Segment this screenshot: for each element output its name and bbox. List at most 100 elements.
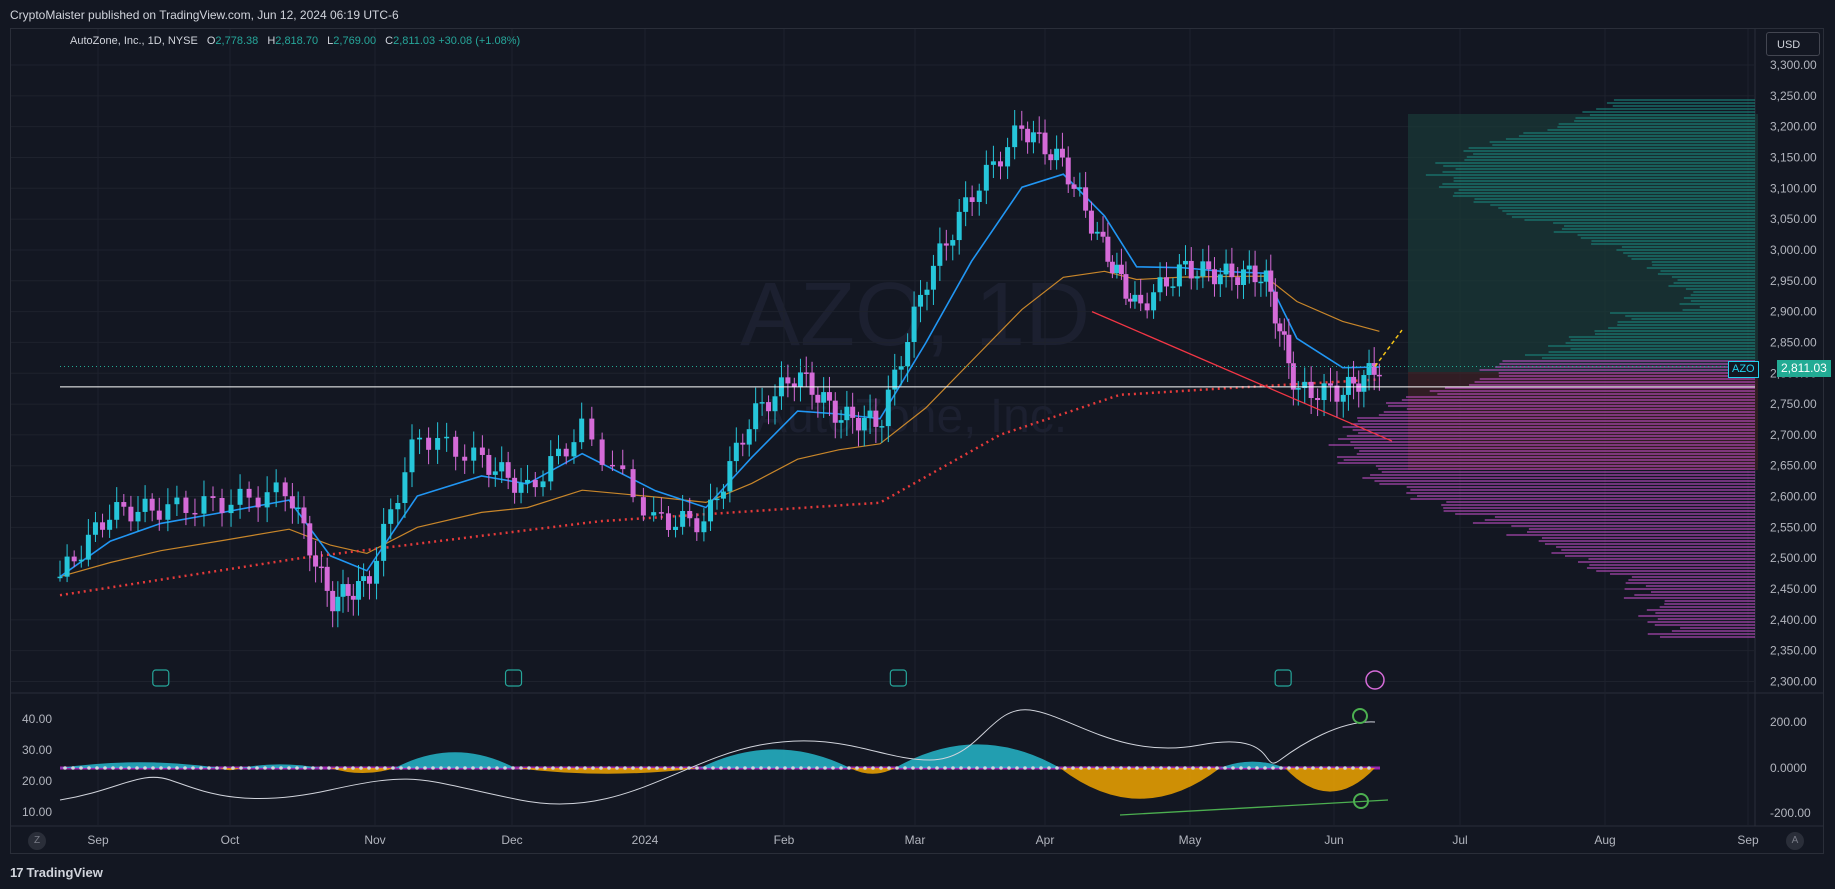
osc-dot	[1239, 766, 1243, 770]
candle-body	[766, 402, 771, 411]
downtrend-line	[1092, 312, 1392, 441]
osc-dot	[983, 766, 987, 770]
osc-dot	[263, 766, 267, 770]
osc-dot	[823, 766, 827, 770]
candle-body	[714, 499, 719, 501]
candle-body	[839, 420, 844, 423]
currency-button[interactable]: USD	[1766, 32, 1820, 56]
osc-dot	[655, 766, 659, 770]
time-tick-label: May	[1179, 833, 1202, 847]
osc-dot	[911, 766, 915, 770]
candle-body	[1145, 303, 1150, 310]
price-chart[interactable]: AZO, 1D AutoZone, Inc. 40.0030.0020.0010…	[0, 0, 1835, 889]
osc-dot	[1167, 766, 1171, 770]
osc-area	[395, 752, 515, 768]
candle-body	[210, 496, 215, 498]
osc-dot	[1207, 766, 1211, 770]
osc-dot	[863, 766, 867, 770]
osc-dot	[591, 766, 595, 770]
tradingview-logo[interactable]: 17 TradingView	[10, 865, 103, 880]
time-tick-label: Jun	[1324, 833, 1343, 847]
candle-body	[1110, 262, 1115, 273]
symbol-price-tag: AZO	[1728, 361, 1759, 378]
osc-dot	[391, 766, 395, 770]
candle-body	[1005, 147, 1010, 166]
osc-area	[895, 744, 1060, 768]
time-tick-label: Mar	[905, 833, 926, 847]
osc-dot	[647, 766, 651, 770]
osc-dot	[1231, 766, 1235, 770]
volume-profile	[1329, 100, 1758, 637]
candle-body	[641, 497, 646, 515]
candle-body	[772, 396, 777, 411]
osc-dot	[919, 766, 923, 770]
candle-body	[1158, 277, 1163, 292]
candle-body	[666, 513, 671, 530]
candle-body	[1012, 125, 1017, 147]
candle-body	[1019, 125, 1024, 128]
price-tick-label: 3,250.00	[1770, 89, 1817, 103]
candle-body	[1054, 149, 1059, 160]
osc-dot	[767, 766, 771, 770]
candle-body	[1151, 292, 1156, 310]
time-tick-label: Oct	[221, 833, 240, 847]
candle-body	[435, 438, 440, 450]
osc-dot	[351, 766, 355, 770]
candle-body	[351, 596, 356, 600]
candle-body	[1212, 269, 1217, 284]
osc-dot	[671, 766, 675, 770]
osc-dot	[119, 766, 123, 770]
candle-body	[1043, 133, 1048, 155]
time-tick-label: Aug	[1594, 833, 1615, 847]
candle-body	[157, 511, 162, 520]
candle-body	[1200, 261, 1205, 276]
candle-body	[610, 465, 615, 467]
candle-body	[107, 520, 112, 530]
osc-dot	[423, 766, 427, 770]
candle-body	[525, 480, 530, 483]
price-tick-label: 2,750.00	[1770, 397, 1817, 411]
candle-body	[1264, 271, 1269, 282]
osc-dot	[215, 766, 219, 770]
auto-scale-left-button[interactable]: Z	[28, 832, 46, 850]
osc-dot	[1039, 766, 1043, 770]
candle-body	[1101, 232, 1106, 237]
candle-body	[330, 591, 335, 611]
osc-dot	[375, 766, 379, 770]
auto-scale-right-button[interactable]: A	[1786, 832, 1804, 850]
candle-body	[977, 191, 982, 202]
candle-body	[950, 240, 955, 246]
osc-dot	[791, 766, 795, 770]
candle-body	[1282, 331, 1287, 334]
candle-body	[229, 505, 234, 513]
candle-body	[1123, 274, 1128, 299]
candle-body	[100, 522, 105, 530]
osc-dot	[135, 766, 139, 770]
candle-body	[1060, 149, 1065, 158]
osc-dot	[279, 766, 283, 770]
candle-body	[680, 511, 685, 527]
osc-dot	[991, 766, 995, 770]
candle-body	[1286, 335, 1291, 363]
candle-body	[1328, 383, 1333, 385]
candle-body	[1132, 295, 1137, 302]
osc-dot	[759, 766, 763, 770]
osc-dot	[183, 766, 187, 770]
osc-dot	[999, 766, 1003, 770]
slow-moving-average-line	[60, 271, 1379, 576]
candle-body	[1273, 292, 1278, 324]
osc-area	[700, 749, 850, 768]
candle-body	[785, 377, 790, 383]
candle-body	[548, 456, 553, 481]
candle-body	[486, 455, 491, 475]
dividend-lightning-icon	[1366, 671, 1384, 689]
candle-body	[1138, 295, 1143, 304]
candle-body	[844, 407, 849, 420]
osc-dot	[895, 766, 899, 770]
candle-body	[1346, 377, 1351, 395]
candle-body	[753, 403, 758, 429]
footer: 17 TradingView	[0, 855, 1835, 889]
osc-dot	[703, 766, 707, 770]
candle-body	[1356, 384, 1361, 392]
price-tick-label: 2,300.00	[1770, 675, 1817, 689]
